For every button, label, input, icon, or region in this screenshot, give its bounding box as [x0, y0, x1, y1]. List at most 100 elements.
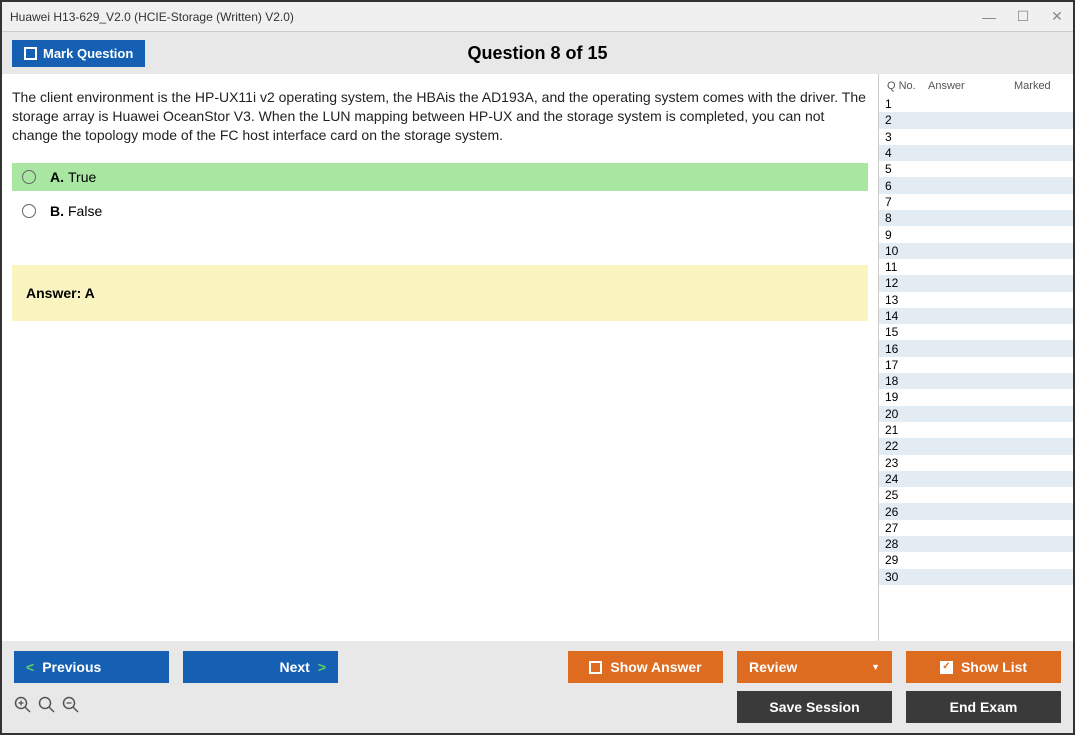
end-exam-label: End Exam	[950, 699, 1018, 715]
close-icon[interactable]: ✕	[1049, 9, 1065, 25]
answer-box: Answer: A	[12, 265, 868, 321]
option-b[interactable]: B. False	[12, 197, 868, 225]
list-row[interactable]: 7	[879, 194, 1073, 210]
next-button[interactable]: Next >	[183, 651, 338, 683]
zoom-out-icon[interactable]	[62, 696, 80, 719]
list-row[interactable]: 14	[879, 308, 1073, 324]
row-number: 21	[879, 423, 924, 437]
save-session-button[interactable]: Save Session	[737, 691, 892, 723]
row-number: 17	[879, 358, 924, 372]
topbar: Mark Question Question 8 of 15	[2, 32, 1073, 74]
app-window: Huawei H13-629_V2.0 (HCIE-Storage (Writt…	[0, 0, 1075, 735]
row-number: 6	[879, 179, 924, 193]
zoom-controls	[14, 696, 80, 719]
list-row[interactable]: 30	[879, 569, 1073, 585]
row-number: 14	[879, 309, 924, 323]
answer-label: Answer:	[26, 285, 85, 301]
row-number: 13	[879, 293, 924, 307]
list-row[interactable]: 2	[879, 112, 1073, 128]
radio-icon	[22, 204, 36, 218]
save-session-label: Save Session	[769, 699, 859, 715]
list-row[interactable]: 8	[879, 210, 1073, 226]
chevron-right-icon: >	[318, 659, 326, 675]
header-answer: Answer	[928, 80, 1014, 92]
row-number: 25	[879, 488, 924, 502]
list-row[interactable]: 23	[879, 455, 1073, 471]
list-row[interactable]: 11	[879, 259, 1073, 275]
list-row[interactable]: 6	[879, 177, 1073, 193]
list-row[interactable]: 27	[879, 520, 1073, 536]
minimize-icon[interactable]: —	[981, 9, 997, 25]
row-number: 26	[879, 505, 924, 519]
row-number: 12	[879, 276, 924, 290]
row-number: 9	[879, 228, 924, 242]
show-list-button[interactable]: ✓ Show List	[906, 651, 1061, 683]
show-answer-button[interactable]: Show Answer	[568, 651, 723, 683]
row-number: 16	[879, 342, 924, 356]
previous-label: Previous	[42, 659, 101, 675]
list-header: Q No. Answer Marked	[879, 74, 1073, 96]
option-letter: B.	[50, 203, 64, 219]
maximize-icon[interactable]: ☐	[1015, 9, 1031, 25]
list-row[interactable]: 22	[879, 438, 1073, 454]
triangle-down-icon: ▼	[871, 662, 880, 672]
list-row[interactable]: 26	[879, 503, 1073, 519]
row-number: 11	[879, 260, 924, 274]
square-icon	[589, 661, 602, 674]
button-row-1: < Previous Next > Show Answer Review ▼ ✓…	[14, 651, 1061, 683]
list-row[interactable]: 28	[879, 536, 1073, 552]
list-row[interactable]: 29	[879, 552, 1073, 568]
mark-question-button[interactable]: Mark Question	[12, 40, 145, 67]
zoom-reset-icon[interactable]	[38, 696, 56, 719]
zoom-in-icon[interactable]	[14, 696, 32, 719]
row-number: 28	[879, 537, 924, 551]
list-row[interactable]: 13	[879, 292, 1073, 308]
checkbox-icon	[24, 47, 37, 60]
mark-question-label: Mark Question	[43, 46, 133, 61]
row-number: 10	[879, 244, 924, 258]
row-number: 27	[879, 521, 924, 535]
question-text: The client environment is the HP-UX11i v…	[12, 88, 868, 145]
show-list-label: Show List	[961, 659, 1027, 675]
show-answer-label: Show Answer	[610, 659, 701, 675]
option-text: True	[68, 169, 96, 185]
list-row[interactable]: 24	[879, 471, 1073, 487]
row-number: 30	[879, 570, 924, 584]
list-row[interactable]: 1	[879, 96, 1073, 112]
question-heading: Question 8 of 15	[467, 43, 607, 64]
list-row[interactable]: 9	[879, 226, 1073, 242]
list-row[interactable]: 25	[879, 487, 1073, 503]
list-row[interactable]: 15	[879, 324, 1073, 340]
option-a[interactable]: A. True	[12, 163, 868, 191]
list-row[interactable]: 17	[879, 357, 1073, 373]
row-number: 19	[879, 390, 924, 404]
main-area: The client environment is the HP-UX11i v…	[2, 74, 1073, 641]
option-text: False	[68, 203, 102, 219]
row-number: 15	[879, 325, 924, 339]
header-qno: Q No.	[883, 80, 928, 92]
question-list[interactable]: 1234567891011121314151617181920212223242…	[879, 96, 1073, 641]
row-number: 8	[879, 211, 924, 225]
list-row[interactable]: 18	[879, 373, 1073, 389]
row-number: 24	[879, 472, 924, 486]
list-row[interactable]: 5	[879, 161, 1073, 177]
question-panel: The client environment is the HP-UX11i v…	[2, 74, 878, 641]
row-number: 23	[879, 456, 924, 470]
end-exam-button[interactable]: End Exam	[906, 691, 1061, 723]
row-number: 7	[879, 195, 924, 209]
review-button[interactable]: Review ▼	[737, 651, 892, 683]
list-row[interactable]: 3	[879, 129, 1073, 145]
row-number: 29	[879, 553, 924, 567]
list-row[interactable]: 10	[879, 243, 1073, 259]
list-row[interactable]: 20	[879, 406, 1073, 422]
list-row[interactable]: 19	[879, 389, 1073, 405]
list-row[interactable]: 4	[879, 145, 1073, 161]
list-row[interactable]: 21	[879, 422, 1073, 438]
list-row[interactable]: 16	[879, 340, 1073, 356]
list-row[interactable]: 12	[879, 275, 1073, 291]
chevron-left-icon: <	[26, 659, 34, 675]
previous-button[interactable]: < Previous	[14, 651, 169, 683]
row-number: 1	[879, 97, 924, 111]
window-controls: — ☐ ✕	[981, 9, 1065, 25]
row-number: 18	[879, 374, 924, 388]
